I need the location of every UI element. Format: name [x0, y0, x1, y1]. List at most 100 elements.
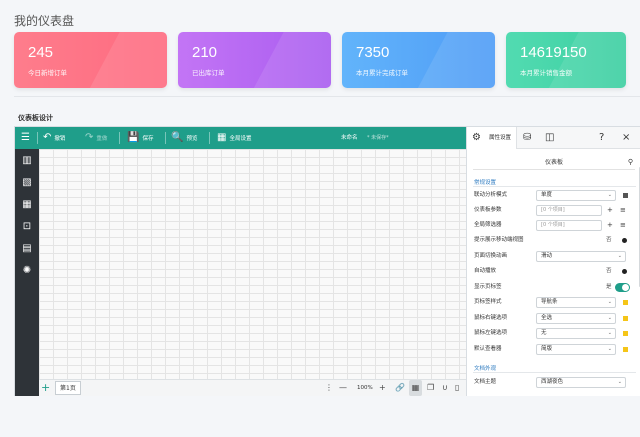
row-right-click: 鼠标右键选项 全选 ⌄ [474, 312, 637, 325]
apps-icon[interactable]: ▦ [21, 199, 33, 211]
close-icon[interactable]: × [622, 127, 630, 149]
save-button[interactable]: 💾 保存 [127, 127, 153, 149]
row-label: 自动播放 [474, 268, 497, 274]
add-icon[interactable]: + [607, 204, 613, 217]
toolbar-separator [119, 132, 120, 144]
kpi-cards: 245 今日新增订单 210 已出库订单 7350 本月累计完成订单 14619… [14, 32, 626, 88]
group-document-appearance[interactable]: 文档外观 [474, 364, 496, 372]
undo-button[interactable]: ↶ 撤销 [43, 127, 65, 149]
toolbar-separator [37, 132, 38, 144]
kpi-value: 7350 [356, 44, 390, 61]
linkage-mode-select[interactable]: 单度 ⌄ [536, 190, 616, 201]
list-icon[interactable]: ≡ [620, 204, 626, 217]
component-search[interactable]: 仪表板 ⚲ [473, 157, 635, 170]
kpi-value: 210 [192, 44, 218, 61]
link-icon[interactable]: 🔗 [395, 380, 405, 396]
document-theme-select[interactable]: 西湖夜色 ⌄ [536, 377, 626, 388]
bar-chart-icon[interactable]: ▥ [21, 155, 33, 167]
kpi-card-shipped-orders[interactable]: 210 已出库订单 [178, 32, 331, 88]
select-value: 单度 [541, 192, 553, 198]
global-settings-label: 全局设置 [229, 136, 252, 142]
image-icon[interactable]: ▧ [21, 177, 33, 189]
row-label: 全局筛选器 [474, 222, 502, 228]
folder-icon[interactable]: ▤ [21, 243, 33, 255]
row-global-filter: 全局筛选器 [0 个项目] + ≡ [474, 219, 637, 232]
card-shine [250, 32, 331, 88]
add-page-button[interactable]: + [41, 380, 50, 396]
magnet-icon[interactable]: ∪ [442, 380, 448, 396]
mobile-icon[interactable]: ▯ [455, 380, 459, 396]
chevron-down-icon: ⌄ [607, 315, 612, 321]
menu-button[interactable]: ☰ [21, 127, 33, 149]
row-label: 页标签样式 [474, 299, 502, 305]
redo-icon: ↷ [85, 132, 94, 143]
section-title: 仪表板设计 [18, 114, 53, 122]
gear-icon: ⚙ [472, 132, 481, 143]
toolbar-separator [165, 132, 166, 144]
undo-label: 撤销 [54, 136, 66, 142]
grid-icon: ▦ [217, 132, 227, 143]
redo-button[interactable]: ↷ 重做 [85, 127, 107, 149]
undo-icon: ↶ [43, 132, 52, 143]
default-viewer-select[interactable]: 简版 ⌄ [536, 344, 616, 355]
row-label: 提示展示移动端视图 [474, 237, 524, 243]
grid-toggle-icon[interactable]: ▦ [409, 380, 422, 396]
tab-properties[interactable]: ⚙ 属性设置 [467, 127, 517, 149]
kpi-value: 14619150 [520, 44, 587, 61]
kpi-card-new-orders[interactable]: 245 今日新增订单 [14, 32, 167, 88]
add-icon[interactable]: + [607, 219, 613, 232]
mobile-view-value: 否 [606, 237, 612, 243]
card-shine [414, 32, 495, 88]
autoplay-value: 否 [606, 268, 612, 274]
autoplay-toggle[interactable] [622, 269, 627, 274]
kpi-card-month-completed[interactable]: 7350 本月累计完成订单 [342, 32, 495, 88]
save-icon: 💾 [127, 132, 140, 143]
left-click-select[interactable]: 无 ⌄ [536, 328, 616, 339]
row-label: 仪表板参数 [474, 207, 502, 213]
preview-icon: 🔍 [171, 132, 184, 143]
chevron-down-icon: ⌄ [607, 299, 612, 305]
group-common-settings[interactable]: 常规设置 [474, 178, 496, 186]
help-icon[interactable]: ? [599, 127, 604, 149]
page-tab[interactable]: 第1页 [55, 381, 81, 395]
chevron-down-icon: ⌄ [617, 379, 622, 385]
properties-panel: ⚙ 属性设置 ⛁ ◫ ? × 仪表板 ⚲ 常规设置 联动分析模式 单度 ⌄ 仪表板… [466, 127, 640, 396]
mobile-view-toggle[interactable] [622, 238, 627, 243]
dashboard-params-field[interactable]: [0 个项目] [536, 205, 602, 216]
list-icon[interactable]: ≡ [620, 219, 626, 232]
panel-layout-icon[interactable]: ◫ [545, 127, 554, 149]
lightbulb-icon[interactable]: ✺ [21, 265, 33, 277]
global-settings-button[interactable]: ▦ 全局设置 [217, 127, 251, 149]
search-value: 仪表板 [544, 159, 563, 166]
redo-label: 重做 [96, 136, 108, 142]
more-icon[interactable]: ⋮ [325, 380, 333, 396]
right-click-select[interactable]: 全选 ⌄ [536, 313, 616, 324]
page-tab-style-select[interactable]: 导航条 ⌄ [536, 297, 616, 308]
row-label: 显示页标签 [474, 284, 502, 290]
chevron-down-icon: ⌄ [607, 192, 612, 198]
row-autoplay: 自动播放 否 [474, 265, 637, 278]
row-label: 联动分析模式 [474, 192, 508, 198]
show-page-tab-toggle[interactable] [615, 283, 630, 292]
filter-icon[interactable]: ⊡ [21, 221, 33, 233]
select-value: 无 [541, 330, 547, 336]
kpi-card-month-sales[interactable]: 14619150 本月累计销售金额 [506, 32, 626, 88]
preview-label: 预览 [186, 136, 198, 142]
zoom-in-button[interactable]: + [379, 380, 386, 396]
group-divider [473, 186, 636, 187]
row-document-theme: 文档主题 西湖夜色 ⌄ [474, 376, 637, 389]
show-page-tab-value: 是 [606, 284, 612, 290]
zoom-out-button[interactable]: — [339, 380, 347, 396]
global-filter-field[interactable]: [0 个项目] [536, 220, 602, 231]
row-label: 鼠标右键选项 [474, 315, 508, 321]
design-canvas[interactable] [39, 149, 466, 379]
row-label: 页面切换动画 [474, 253, 508, 259]
preview-button[interactable]: 🔍 预览 [171, 127, 197, 149]
database-icon[interactable]: ⛁ [523, 127, 531, 149]
canvas-bottom-bar: + 第1页 ⋮ — 100% + 🔗 ▦ ❐ ∪ ▯ [39, 379, 466, 396]
menu-icon: ☰ [21, 132, 30, 143]
layers-icon[interactable]: ❐ [427, 380, 434, 396]
kpi-label: 本月累计完成订单 [356, 69, 408, 77]
row-show-page-tab: 显示页标签 是 [474, 281, 637, 294]
page-animation-select[interactable]: 滑动 ⌄ [536, 251, 626, 262]
